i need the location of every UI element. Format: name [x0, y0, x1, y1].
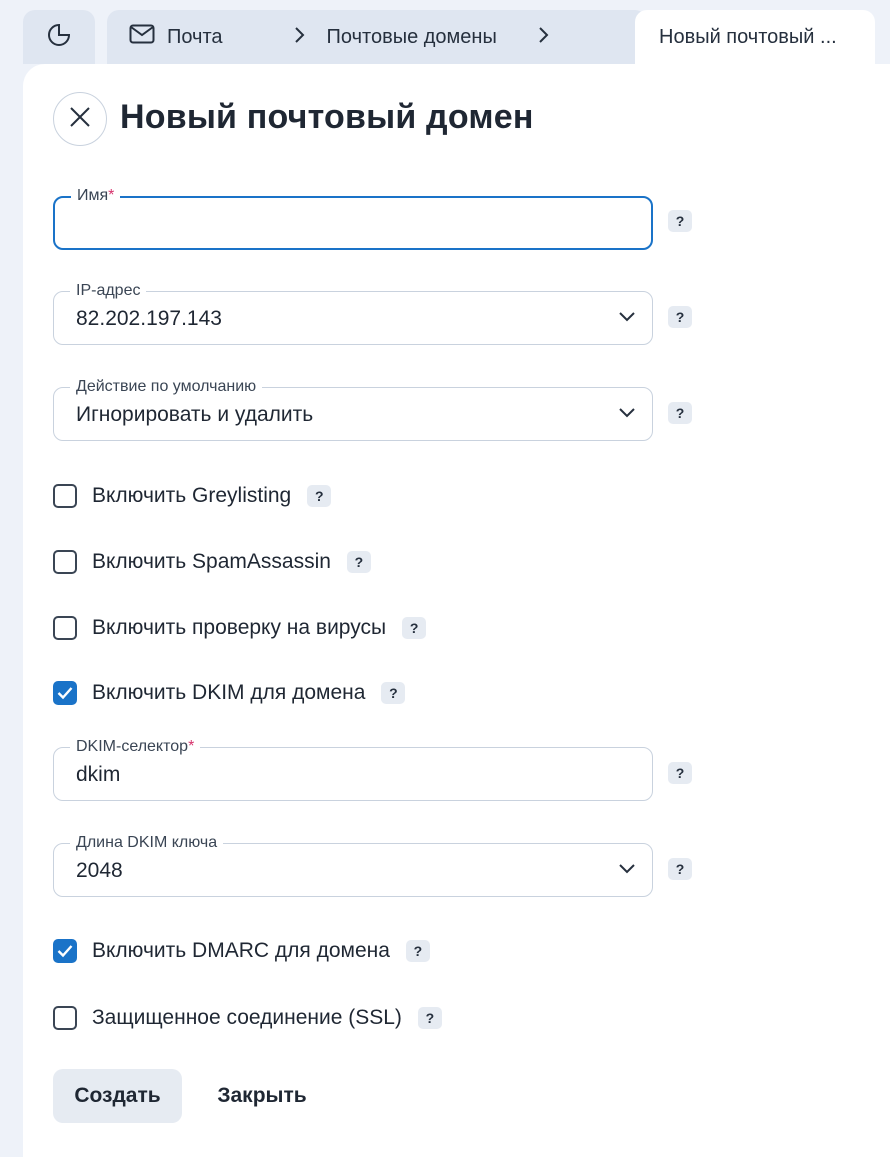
- dmarc-option: Включить DMARC для домена ?: [53, 938, 430, 964]
- chevron-right-icon: [293, 26, 305, 49]
- checkmark-icon: [57, 687, 73, 700]
- chevron-down-icon: [618, 862, 636, 880]
- spamassassin-checkbox[interactable]: [53, 550, 77, 574]
- chevron-right-icon: [537, 26, 549, 49]
- envelope-icon: [129, 24, 155, 50]
- dkim-checkbox[interactable]: [53, 681, 77, 705]
- breadcrumb-mail-domains-label: Почтовые домены: [326, 25, 497, 48]
- antivirus-label: Включить проверку на вирусы: [92, 616, 387, 639]
- default-action-value: Игнорировать и удалить: [76, 403, 314, 426]
- breadcrumb: Почта Почтовые домены: [107, 10, 647, 64]
- dkim-key-length-label: Длина DKIM ключа: [70, 834, 224, 852]
- ssl-checkbox[interactable]: [53, 1006, 77, 1030]
- help-spamassassin-button[interactable]: ?: [346, 551, 371, 573]
- antivirus-option: Включить проверку на вирусы ?: [53, 615, 427, 641]
- create-button[interactable]: Создать: [53, 1069, 182, 1123]
- help-ip-button[interactable]: ?: [668, 306, 692, 328]
- greylisting-option: Включить Greylisting ?: [53, 483, 332, 509]
- chevron-down-icon: [618, 310, 636, 328]
- help-dkim-selector-button[interactable]: ?: [668, 762, 692, 784]
- help-antivirus-button[interactable]: ?: [402, 617, 427, 639]
- name-input[interactable]: [55, 198, 651, 248]
- breadcrumb-mail-label: Почта: [167, 25, 223, 48]
- greylisting-checkbox[interactable]: [53, 484, 77, 508]
- close-icon: [68, 105, 92, 134]
- ip-address-label: IP-адрес: [70, 282, 147, 300]
- close-button[interactable]: Закрыть: [195, 1069, 329, 1123]
- dkim-label: Включить DKIM для домена: [92, 681, 366, 704]
- default-action-select[interactable]: Действие по умолчанию Игнорировать и уда…: [53, 378, 653, 441]
- checkmark-icon: [57, 945, 73, 958]
- dmarc-label: Включить DMARC для домена: [92, 939, 390, 962]
- tab-new-mail-domain-label: Новый почтовый ...: [659, 25, 837, 48]
- pie-chart-icon: [46, 22, 72, 53]
- ssl-option: Защищенное соединение (SSL) ?: [53, 1005, 442, 1031]
- required-mark: *: [188, 738, 195, 755]
- help-default-action-button[interactable]: ?: [668, 402, 692, 424]
- form-panel: Новый почтовый домен Имя* ? IP-адрес 82.…: [23, 64, 890, 1157]
- dmarc-checkbox[interactable]: [53, 939, 77, 963]
- spamassassin-option: Включить SpamAssassin ?: [53, 549, 371, 575]
- close-form-button[interactable]: [53, 92, 107, 146]
- page-title: Новый почтовый домен: [120, 98, 534, 136]
- help-dkim-key-length-button[interactable]: ?: [668, 858, 692, 880]
- ip-address-value: 82.202.197.143: [76, 307, 222, 330]
- chevron-down-icon: [618, 406, 636, 424]
- dkim-selector-field[interactable]: DKIM-селектор* dkim: [53, 738, 653, 801]
- dkim-selector-label: DKIM-селектор*: [70, 738, 201, 756]
- dkim-option: Включить DKIM для домена ?: [53, 680, 406, 706]
- help-ssl-button[interactable]: ?: [417, 1007, 442, 1029]
- breadcrumb-mail-domains[interactable]: Почтовые домены: [327, 26, 497, 49]
- tab-dashboard[interactable]: [23, 10, 95, 64]
- ssl-label: Защищенное соединение (SSL): [92, 1006, 402, 1029]
- breadcrumb-mail[interactable]: Почта: [129, 24, 223, 50]
- help-greylisting-button[interactable]: ?: [307, 485, 332, 507]
- dkim-selector-value: dkim: [76, 763, 121, 786]
- default-action-label: Действие по умолчанию: [70, 378, 263, 396]
- help-name-button[interactable]: ?: [668, 210, 692, 232]
- help-dmarc-button[interactable]: ?: [405, 940, 430, 962]
- dkim-key-length-select[interactable]: Длина DKIM ключа 2048: [53, 834, 653, 897]
- dkim-key-length-value: 2048: [76, 859, 123, 882]
- name-field[interactable]: Имя*: [53, 187, 653, 250]
- help-dkim-button[interactable]: ?: [381, 682, 406, 704]
- tab-new-mail-domain[interactable]: Новый почтовый ...: [635, 10, 875, 64]
- ip-address-select[interactable]: IP-адрес 82.202.197.143: [53, 282, 653, 345]
- antivirus-checkbox[interactable]: [53, 616, 77, 640]
- greylisting-label: Включить Greylisting: [92, 484, 292, 507]
- spamassassin-label: Включить SpamAssassin: [92, 550, 331, 573]
